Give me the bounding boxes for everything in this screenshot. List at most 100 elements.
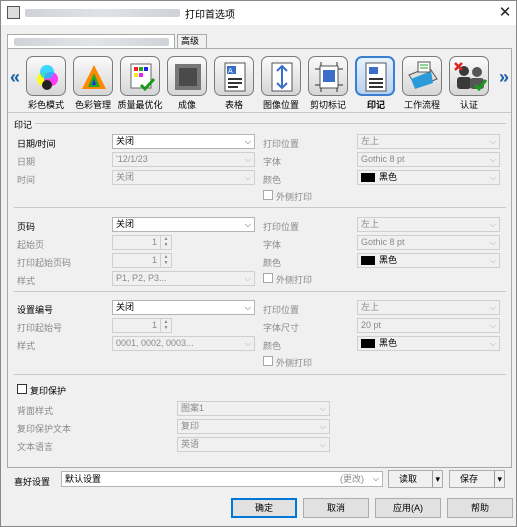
setnum-size-select[interactable]: 20 pt ⌵	[357, 318, 500, 333]
spin-arrows-icon[interactable]: ▲ ▼	[160, 254, 171, 267]
datetime-font-select[interactable]: Gothic 8 pt ⌵	[357, 152, 500, 167]
chevron-down-icon: ⌵	[319, 422, 326, 431]
toolbar-image-position[interactable]	[261, 56, 301, 96]
datetime-outside-checkbox[interactable]	[263, 190, 273, 200]
start-page-stepper[interactable]: 1 ▲ ▼	[112, 235, 172, 250]
background-pattern-label: 背面样式	[17, 406, 54, 416]
pagenum-value: 关闭	[116, 219, 135, 229]
toolbar-imaging[interactable]	[167, 56, 207, 96]
setnum-style-label: 样式	[17, 341, 36, 351]
stepper-value: 1	[151, 237, 157, 247]
chevron-down-icon: ⌵	[489, 256, 496, 265]
time-label: 时间	[17, 175, 36, 185]
chevron-down-icon: ⌵	[489, 220, 496, 229]
toolbar-form[interactable]: A	[214, 56, 254, 96]
toolbar-stamp[interactable]	[355, 56, 395, 96]
font-value: Gothic 8 pt	[361, 237, 405, 247]
toolbar-quality[interactable]	[120, 56, 160, 96]
background-pattern-select[interactable]: 图案1 ⌵	[177, 401, 330, 416]
favorites-read-button[interactable]: 读取 ▾	[388, 470, 443, 488]
print-preferences-window: 打印首选项 ✕ 高级 « » 彩色模式 色彩管理 质量最优化 成像 A 表格 图…	[0, 0, 517, 527]
setnum-position-select[interactable]: 左上 ⌵	[357, 300, 500, 315]
position-value: 左上	[361, 302, 380, 312]
datetime-value: 关闭	[116, 136, 135, 146]
datetime-color-label: 颜色	[263, 175, 282, 185]
setnum-outside-checkbox[interactable]	[263, 356, 273, 366]
apply-button[interactable]: 应用(A)	[375, 498, 441, 518]
toolbar-authentication[interactable]	[449, 56, 489, 96]
tab-advanced[interactable]: 高级	[177, 34, 207, 48]
scroll-right-icon[interactable]: »	[499, 67, 509, 87]
dropdown-arrow-icon[interactable]: ▾	[432, 471, 440, 487]
pagenum-style-select[interactable]: P1, P2, P3... ⌵	[112, 271, 255, 286]
toolbar-workflow[interactable]	[402, 56, 442, 96]
protect-text-select[interactable]: 复印 ⌵	[177, 419, 330, 434]
pagenum-select[interactable]: 关闭 ⌵	[112, 217, 255, 232]
favorites-save-button[interactable]: 保存 ▾	[449, 470, 505, 488]
color-management-icon	[82, 65, 106, 89]
toolbar-label: 印记	[366, 100, 385, 110]
copy-protect-checkbox[interactable]	[17, 384, 27, 394]
setnum-start-stepper[interactable]: 1 ▲ ▼	[112, 318, 172, 333]
date-format-select[interactable]: '12/1/23 ⌵	[112, 152, 255, 167]
toolbar-label: 彩色模式	[27, 100, 64, 110]
cancel-button[interactable]: 取消	[303, 498, 369, 518]
dropdown-arrow-icon[interactable]: ▾	[494, 471, 502, 487]
color-swatch	[361, 339, 375, 348]
datetime-position-select[interactable]: 左上 ⌵	[357, 134, 500, 149]
datetime-outside-label: 外侧打印	[276, 192, 313, 202]
setnum-style-select[interactable]: 0001, 0002, 0003... ⌵	[112, 336, 255, 351]
time-format-select[interactable]: 关闭 ⌵	[112, 170, 255, 185]
toolbar-label: 认证	[459, 100, 478, 110]
image-position-icon	[271, 62, 293, 92]
datetime-label: 日期/时间	[17, 139, 56, 149]
divider	[14, 291, 506, 292]
favorites-select[interactable]: 默认设置 (更改) ⌵	[61, 471, 383, 487]
chevron-down-icon: ⌵	[489, 339, 496, 348]
stepper-value: 1	[151, 320, 157, 330]
stamp-icon	[365, 62, 387, 92]
toolbar-color-mode[interactable]	[26, 56, 66, 96]
setnum-color-label: 颜色	[263, 341, 282, 351]
pagenum-outside-checkbox[interactable]	[263, 273, 273, 283]
ok-button[interactable]: 确定	[231, 498, 297, 518]
style-value: P1, P2, P3...	[116, 273, 167, 283]
setnum-select[interactable]: 关闭 ⌵	[112, 300, 255, 315]
setnum-color-select[interactable]: 黑色 ⌵	[357, 336, 500, 351]
datetime-color-select[interactable]: 黑色 ⌵	[357, 170, 500, 185]
pagenum-style-label: 样式	[17, 276, 36, 286]
color-mode-icon	[37, 65, 58, 90]
tab-printer-model[interactable]	[7, 34, 175, 48]
protect-text-value: 复印	[181, 421, 200, 431]
toolbar-label: 工作流程	[403, 100, 440, 110]
title-bar: 打印首选项 ✕	[1, 1, 516, 25]
form-icon: A	[224, 62, 246, 92]
setnum-value: 关闭	[116, 302, 135, 312]
toolbar-label: 质量最优化	[117, 100, 163, 110]
chevron-down-icon: ⌵	[244, 155, 251, 164]
pagenum-position-select[interactable]: 左上 ⌵	[357, 217, 500, 232]
help-button[interactable]: 帮助	[447, 498, 513, 518]
favorites-changed: (更改)	[340, 474, 364, 484]
spin-arrows-icon[interactable]: ▲ ▼	[160, 236, 171, 249]
chevron-down-icon: ⌵	[372, 474, 379, 483]
datetime-select[interactable]: 关闭 ⌵	[112, 134, 255, 149]
pagenum-color-select[interactable]: 黑色 ⌵	[357, 253, 500, 268]
toolbar-label: 剪切标记	[309, 100, 346, 110]
text-language-select[interactable]: 英语 ⌵	[177, 437, 330, 452]
chevron-down-icon: ⌵	[489, 137, 496, 146]
toolbar-crop-marks[interactable]	[308, 56, 348, 96]
pagenum-color-label: 颜色	[263, 258, 282, 268]
chevron-down-icon: ⌵	[244, 173, 251, 182]
close-icon[interactable]: ✕	[495, 3, 515, 23]
spin-arrows-icon[interactable]: ▲ ▼	[160, 319, 171, 332]
start-page-number-stepper[interactable]: 1 ▲ ▼	[112, 253, 172, 268]
scroll-left-icon[interactable]: «	[10, 67, 20, 87]
favorites-value: 默认设置	[65, 474, 102, 484]
pagenum-font-select[interactable]: Gothic 8 pt ⌵	[357, 235, 500, 250]
toolbar-label: 图像位置	[262, 100, 299, 110]
toolbar-color-management[interactable]	[73, 56, 113, 96]
chevron-down-icon: ⌵	[244, 339, 251, 348]
quality-optimize-icon	[130, 63, 156, 92]
chevron-down-icon: ⌵	[244, 303, 251, 312]
